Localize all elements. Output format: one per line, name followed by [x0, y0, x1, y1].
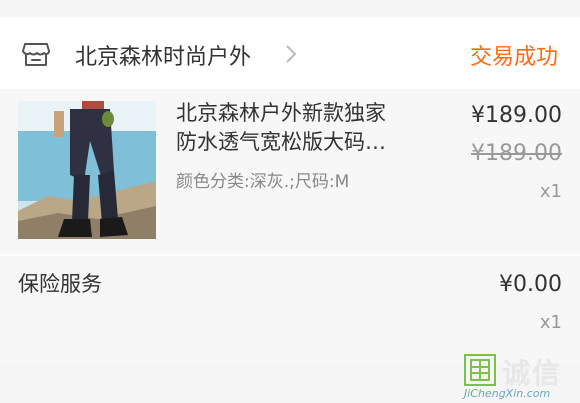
order-status: 交易成功 — [469, 45, 558, 70]
insurance-service-item[interactable]: 保险服务 ¥0.00 x1 — [0, 254, 580, 366]
product-title[interactable]: 北京森林户外新款独家 防水透气宽松版大码… — [176, 99, 432, 157]
product-title-line: 防水透气宽松版大码… — [176, 130, 386, 154]
store-icon — [22, 43, 50, 66]
product-original-price: ¥189.00 — [471, 141, 562, 166]
product-thumbnail[interactable] — [18, 101, 156, 239]
product-photo — [18, 101, 156, 239]
product-title-line: 北京森林户外新款独家 — [176, 101, 386, 125]
watermark: 诚信 JiChengXin.com — [458, 352, 580, 403]
insurance-label: 保险服务 — [18, 272, 102, 296]
product-price: ¥189.00 — [471, 103, 562, 128]
watermark-url: JiChengXin.com — [464, 387, 551, 400]
insurance-quantity: x1 — [539, 312, 562, 333]
product-sku: 颜色分类:深灰.;尺码:M — [176, 172, 350, 192]
product-item[interactable]: 北京森林户外新款独家 防水透气宽松版大码… 颜色分类:深灰.;尺码:M ¥189… — [0, 89, 580, 254]
watermark-text: 诚信 — [502, 357, 563, 390]
store-name[interactable]: 北京森林时尚户外 — [75, 39, 251, 71]
chevron-right-icon[interactable] — [284, 43, 298, 65]
top-spacer — [0, 0, 580, 17]
insurance-price: ¥0.00 — [499, 272, 562, 297]
store-header[interactable]: 北京森林时尚户外 交易成功 — [0, 17, 580, 89]
product-quantity: x1 — [539, 181, 562, 202]
watermark-logo-icon — [464, 354, 496, 386]
